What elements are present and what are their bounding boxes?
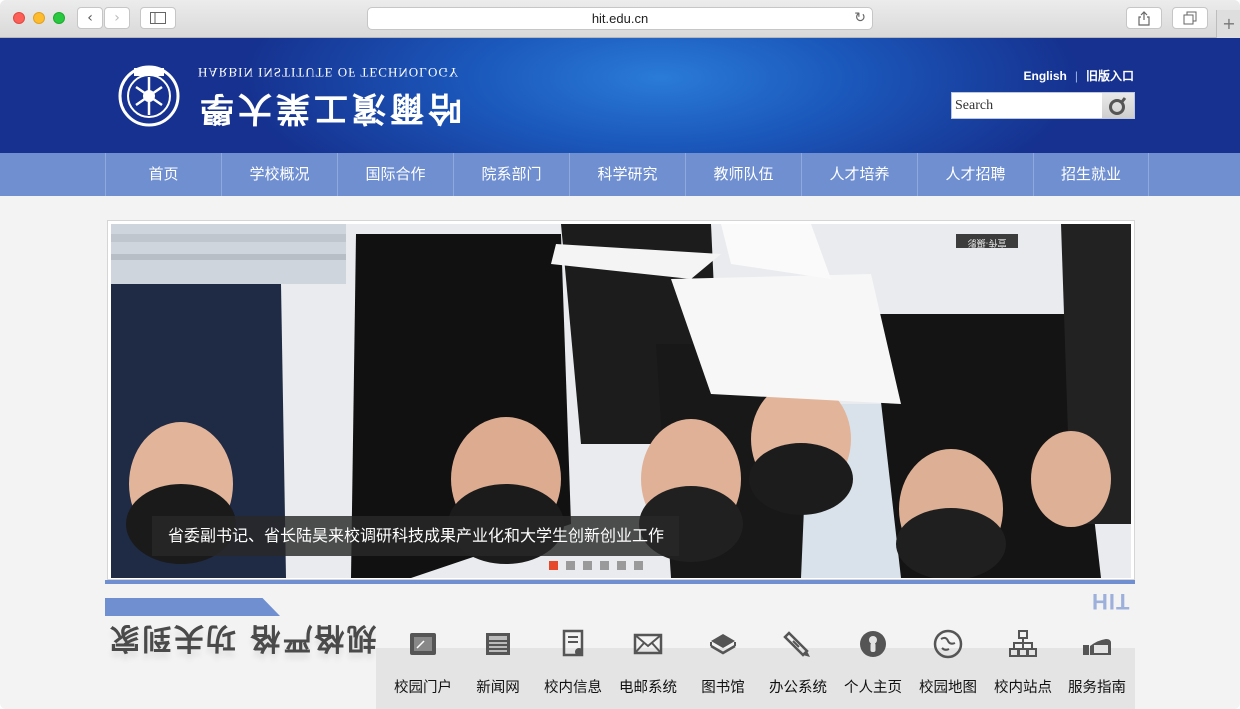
school-motto: 规格严格 功夫到家 <box>108 620 377 655</box>
hit-watermark: HIT <box>1092 589 1131 614</box>
document-icon <box>562 629 584 657</box>
service-office-system[interactable]: 办公系统 <box>760 627 836 697</box>
search-box <box>951 92 1135 119</box>
slide-dot-4[interactable] <box>600 561 609 570</box>
nav-item-international[interactable]: 国际合作 <box>337 153 453 196</box>
search-icon <box>1109 96 1127 115</box>
section-tab <box>105 598 280 616</box>
office-icon <box>783 631 810 657</box>
service-label: 服务指南 <box>1068 680 1126 696</box>
slide-dot-6[interactable] <box>634 561 643 570</box>
minimize-window-button[interactable] <box>33 12 45 24</box>
forward-button[interactable]: › <box>104 7 130 29</box>
close-window-button[interactable] <box>13 12 25 24</box>
url-text: hit.edu.cn <box>591 11 649 26</box>
service-icon <box>1083 639 1111 655</box>
service-label: 校内信息 <box>544 680 602 696</box>
service-library[interactable]: 图书馆 <box>685 627 761 697</box>
service-label: 图书馆 <box>701 680 745 696</box>
reload-icon[interactable]: ↻ <box>854 10 866 26</box>
new-tab-button[interactable]: + <box>1216 10 1240 38</box>
old-version-link[interactable]: 旧版入口 <box>1086 69 1134 83</box>
tabs-icon <box>1183 11 1197 25</box>
sidebar-button[interactable] <box>140 7 176 29</box>
chevron-left-icon: ‹ <box>87 10 93 26</box>
photo-credit-tag: 宣传·摄影 <box>967 237 1007 247</box>
person-icon <box>860 631 886 657</box>
logo-english-text: HARBIN INSTITUTE OF TECHNOLOGY <box>198 65 460 80</box>
nav-item-departments[interactable]: 院系部门 <box>453 153 569 196</box>
plus-icon: + <box>1222 14 1236 33</box>
slide-dot-5[interactable] <box>617 561 626 570</box>
service-campus-map[interactable]: 校园地图 <box>910 627 986 697</box>
service-campus-portal[interactable]: 校园门户 <box>385 627 461 697</box>
back-button[interactable]: ‹ <box>77 7 103 29</box>
share-icon <box>1138 10 1150 26</box>
chevron-right-icon: › <box>114 10 120 26</box>
service-news[interactable]: 新闻网 <box>460 627 536 697</box>
nav-item-research[interactable]: 科学研究 <box>569 153 685 196</box>
banner-divider <box>105 580 1135 584</box>
slide-caption[interactable]: 省委副书记、省长陆昊来校调研科技成果产业化和大学生创新创业工作 <box>152 516 679 556</box>
sitemap-icon <box>1009 630 1037 657</box>
service-label: 校内站点 <box>994 680 1052 696</box>
news-icon <box>486 633 510 655</box>
nav-item-jobs[interactable]: 人才招聘 <box>917 153 1033 196</box>
portal-icon <box>410 633 436 655</box>
nav-item-education[interactable]: 人才培养 <box>801 153 917 196</box>
hit-emblem-icon <box>118 65 180 127</box>
service-personal-homepage[interactable]: 个人主页 <box>835 627 911 697</box>
service-guide[interactable]: 服务指南 <box>1059 627 1135 697</box>
link-separator: | <box>1074 69 1078 83</box>
address-bar[interactable]: hit.edu.cn ↻ <box>367 7 873 30</box>
english-link[interactable]: English <box>1024 69 1067 83</box>
service-email[interactable]: 电邮系统 <box>610 627 686 697</box>
zoom-window-button[interactable] <box>53 12 65 24</box>
sidebar-icon <box>150 12 166 24</box>
service-campus-sites[interactable]: 校内站点 <box>985 627 1061 697</box>
service-label: 校园门户 <box>394 680 452 696</box>
nav-item-home[interactable]: 首页 <box>105 153 221 196</box>
service-label: 电邮系统 <box>619 680 677 696</box>
service-label: 个人主页 <box>844 680 902 696</box>
service-label: 新闻网 <box>476 680 520 696</box>
nav-item-about[interactable]: 学校概况 <box>221 153 337 196</box>
slide-indicators <box>549 561 643 570</box>
library-icon <box>710 634 736 655</box>
service-campus-info[interactable]: 校内信息 <box>535 627 611 697</box>
map-icon <box>933 629 963 659</box>
main-nav: 首页 学校概况 国际合作 院系部门 科学研究 教师队伍 人才培养 人才招聘 招生… <box>0 153 1240 196</box>
slide-dot-2[interactable] <box>566 561 575 570</box>
slide-dot-1[interactable] <box>549 561 558 570</box>
mail-icon <box>633 633 663 655</box>
service-label: 办公系统 <box>769 680 827 696</box>
site-logo[interactable]: HARBIN INSTITUTE OF TECHNOLOGY 哈爾濱工業大學 <box>116 63 462 133</box>
share-button[interactable] <box>1126 7 1162 29</box>
nav-item-admissions[interactable]: 招生就业 <box>1033 153 1149 196</box>
search-input[interactable] <box>952 93 1102 118</box>
logo-chinese-text: 哈爾濱工業大學 <box>196 88 462 128</box>
browser-window: ‹ › hit.edu.cn ↻ + HARBIN INSTITUTE OF T… <box>0 0 1240 709</box>
search-button[interactable] <box>1102 93 1134 118</box>
header-links: English | 旧版入口 <box>1024 67 1134 84</box>
nav-item-faculty[interactable]: 教师队伍 <box>685 153 801 196</box>
service-label: 校园地图 <box>919 680 977 696</box>
slide-dot-3[interactable] <box>583 561 592 570</box>
tabs-overview-button[interactable] <box>1172 7 1208 29</box>
browser-toolbar: ‹ › hit.edu.cn ↻ + <box>0 0 1240 38</box>
